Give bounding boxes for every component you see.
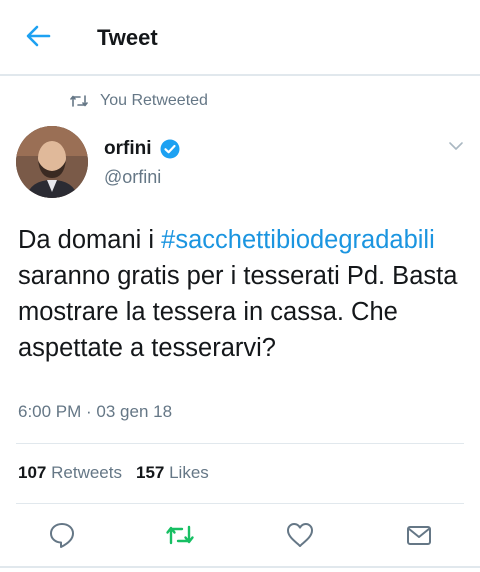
display-name[interactable]: orfini: [104, 138, 152, 160]
share-icon[interactable]: [404, 520, 434, 550]
avatar[interactable]: [16, 126, 88, 198]
hashtag-link[interactable]: #sacchettibiodegradabili: [161, 226, 435, 254]
retweet-notice-text: You Retweeted: [100, 92, 208, 109]
divider: [0, 566, 480, 568]
likes-stat[interactable]: 157 Likes: [136, 463, 209, 482]
reply-icon[interactable]: [47, 520, 77, 550]
avatar-image: [16, 126, 88, 198]
user-info: orfini @orfini: [104, 138, 180, 188]
verified-badge-icon: [160, 139, 180, 159]
chevron-down-icon[interactable]: [448, 140, 464, 152]
action-bar: [0, 520, 480, 556]
tweet-text-end: saranno gratis per i tesserati Pd. Basta…: [18, 262, 458, 362]
retweet-icon[interactable]: [165, 520, 195, 550]
retweets-label: Retweets: [51, 463, 122, 482]
user-handle[interactable]: @orfini: [104, 167, 180, 188]
tweet-text-start: Da domani i: [18, 226, 162, 254]
divider: [16, 443, 464, 444]
tweet-timestamp[interactable]: 6:00 PM · 03 gen 18: [18, 402, 172, 422]
like-icon[interactable]: [285, 520, 315, 550]
retweet-notice: You Retweeted: [70, 90, 208, 112]
page-title: Tweet: [97, 25, 158, 50]
retweets-count: 107: [18, 463, 47, 482]
likes-count: 157: [135, 463, 165, 482]
back-arrow-icon[interactable]: [24, 22, 52, 50]
top-bar: Tweet: [0, 0, 480, 76]
tweet-text: Da domani i #sacchettibiodegradabili sar…: [18, 222, 468, 366]
tweet-stats: 107 Retweets 157 Likes: [18, 463, 209, 483]
retweet-small-icon: [70, 95, 88, 107]
divider: [16, 503, 464, 504]
likes-label: Likes: [169, 463, 209, 482]
retweets-stat[interactable]: 107 Retweets: [18, 463, 122, 482]
